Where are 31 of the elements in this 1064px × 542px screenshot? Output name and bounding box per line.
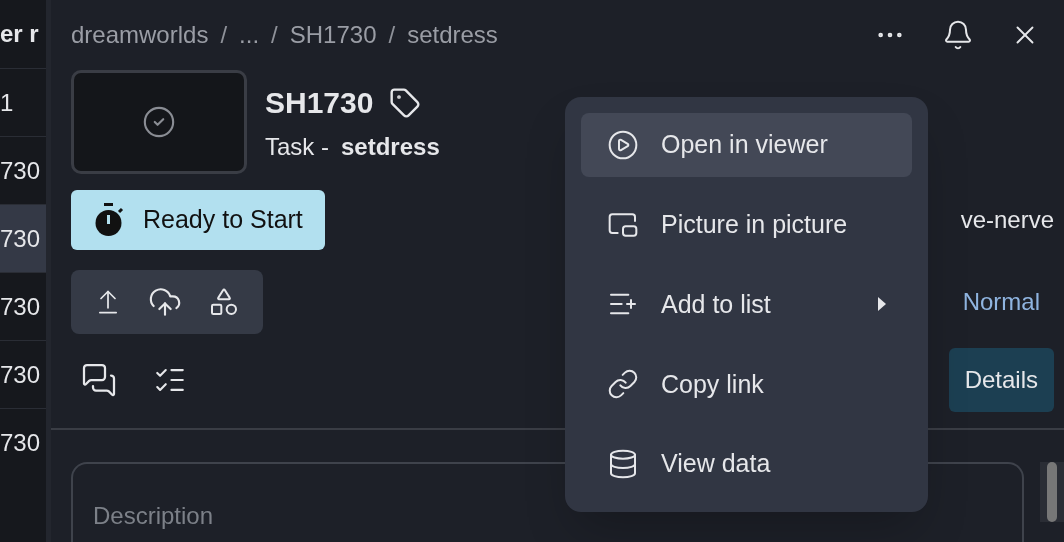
comments-icon[interactable] [81, 362, 117, 398]
play-circle-icon [607, 128, 639, 161]
status-button[interactable]: Ready to Start [71, 190, 325, 250]
breadcrumb-separator: / [388, 20, 396, 50]
assignee-name: ve-nerve [960, 205, 1054, 235]
database-icon [607, 448, 639, 481]
details-button[interactable]: Details [948, 348, 1054, 412]
check-circle-icon [142, 105, 176, 139]
menu-item[interactable]: Copy link [581, 352, 912, 417]
breadcrumb-separator: / [220, 20, 228, 50]
menu-item[interactable]: Open in viewer [581, 113, 912, 177]
column-header: er r [0, 19, 40, 49]
breadcrumb-item[interactable]: setdress [407, 17, 498, 53]
menu-item[interactable]: Add to list [581, 272, 912, 337]
tag-icon[interactable] [389, 86, 422, 119]
stopwatch-icon [93, 202, 125, 238]
menu-item[interactable]: Picture in picture [581, 192, 912, 257]
scrollbar[interactable] [1040, 462, 1064, 522]
breadcrumb-separator: / [271, 20, 278, 50]
shapes-icon[interactable] [208, 286, 240, 318]
table-cell[interactable]: 730 [0, 204, 46, 272]
link-icon [607, 368, 639, 401]
breadcrumb-item[interactable]: SH1730 [289, 17, 377, 53]
entity-type-label: Task - [265, 132, 329, 162]
breadcrumb-item[interactable]: ... [239, 17, 260, 53]
notification-icon[interactable] [942, 19, 974, 51]
entity-title: SH1730 [265, 85, 374, 121]
priority-link[interactable]: Normal [962, 284, 1040, 320]
entity-type-value: setdress [341, 132, 440, 162]
breadcrumb-item[interactable]: dreamworlds [71, 17, 209, 53]
cloud-upload-icon[interactable] [148, 285, 182, 319]
